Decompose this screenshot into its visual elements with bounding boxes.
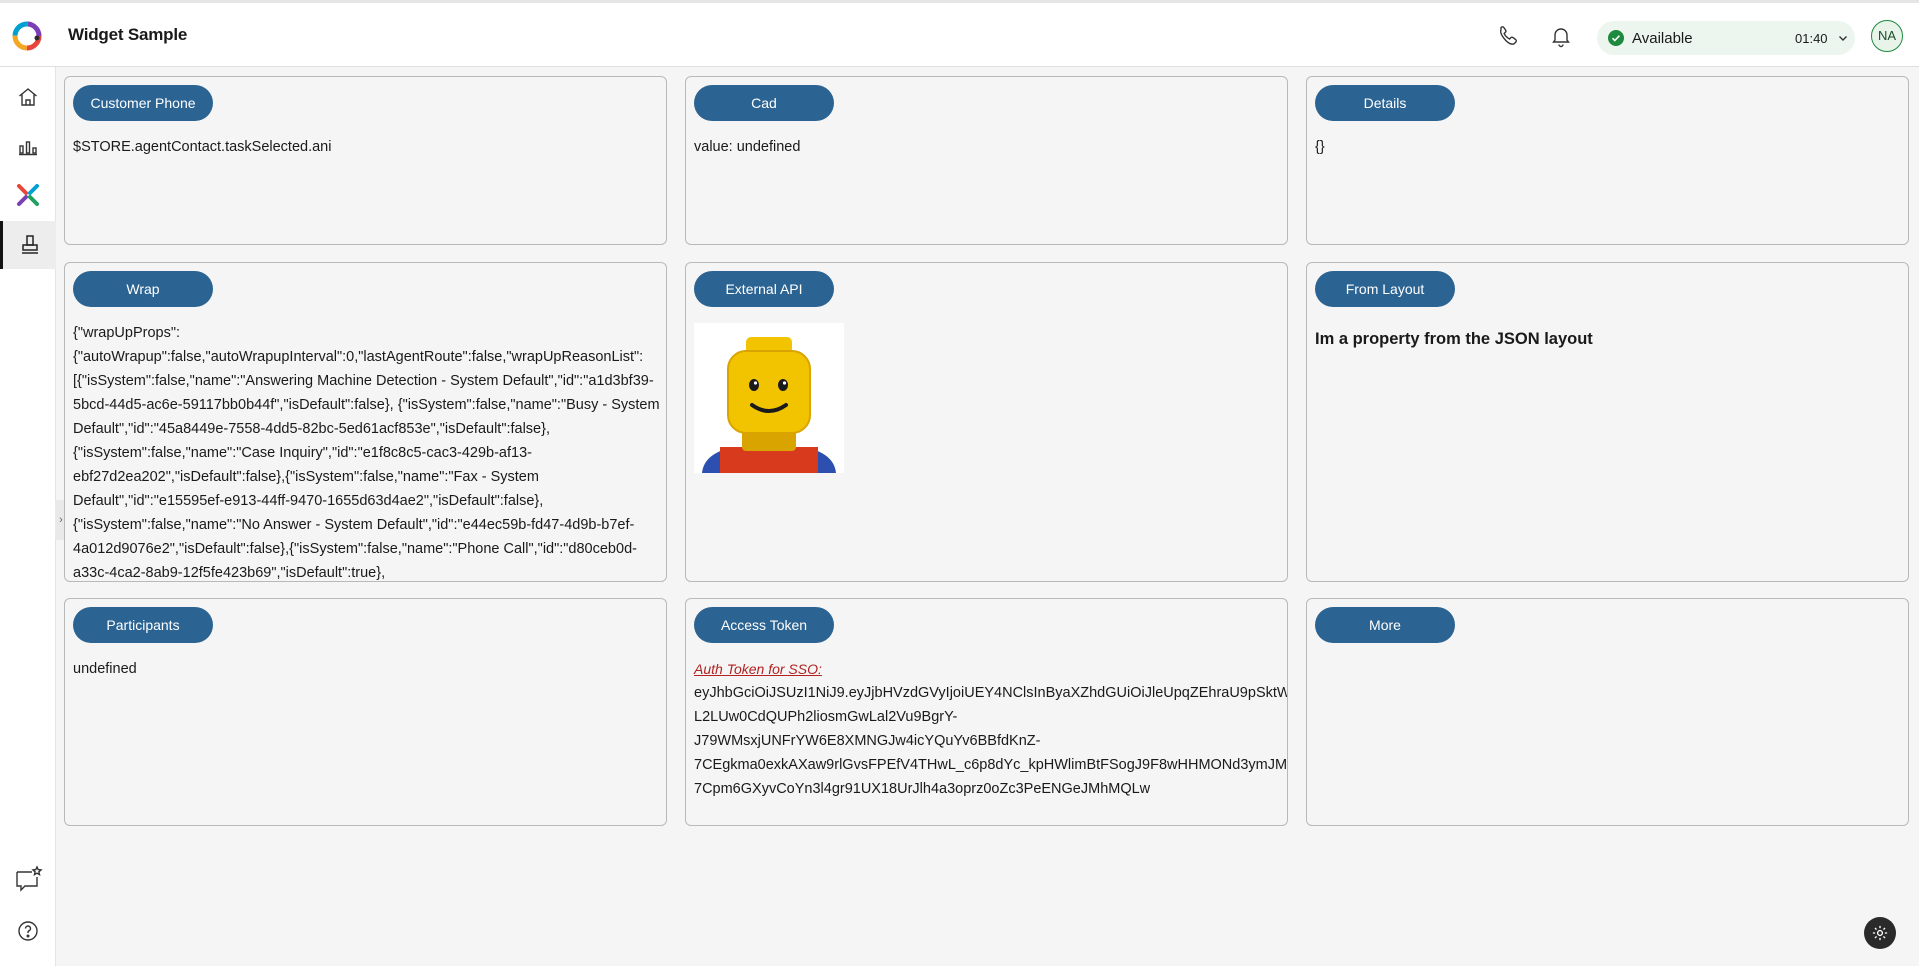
card-participants: Participants undefined [64, 598, 667, 826]
card-access-token: Access Token Auth Token for SSO: eyJhbGc… [685, 598, 1288, 826]
access-token-value: Auth Token for SSO: eyJhbGciOiJSUzI1NiJ9… [694, 657, 1287, 801]
card-customer-phone: Customer Phone $STORE.agentContact.taskS… [64, 76, 667, 245]
token-line: J79WMsxjUNFrYW6E8XMNGJw4icYQuYv6BBfdKnZ- [694, 733, 1041, 749]
sidebar-item-custom-widget[interactable] [0, 221, 56, 269]
wrap-button[interactable]: Wrap [73, 271, 213, 307]
cad-value: value: undefined [694, 139, 801, 155]
agent-status-dropdown[interactable]: Available 01:40 [1597, 21, 1855, 55]
sidebar-item-analytics[interactable] [0, 122, 56, 170]
lego-minifigure-head-image [694, 323, 844, 473]
customer-phone-value: $STORE.agentContact.taskSelected.ani [73, 139, 332, 155]
status-label: Available [1632, 30, 1693, 47]
home-icon [19, 88, 37, 106]
help-icon [18, 921, 38, 941]
token-line: 7Cpm6GXyvCoYn3l4gr91UX18UrJlh4a3oprz0oZc… [694, 781, 1151, 797]
sidebar-item-feedback[interactable] [0, 855, 56, 903]
more-button[interactable]: More [1315, 607, 1455, 643]
card-details: Details {} [1306, 76, 1909, 245]
sidebar-item-home[interactable] [0, 73, 56, 121]
token-line: 7CEgkma0exkAXaw9rlGvsFPEfV4THwL_c6p8dYc_… [694, 757, 1288, 773]
sidebar-item-app[interactable] [0, 171, 56, 219]
sidebar [0, 67, 56, 966]
token-line: eyJhbGciOiJSUzI1NiJ9.eyJjbHVzdGVyIjoiUEY… [694, 685, 1288, 701]
sidebar-item-help[interactable] [0, 907, 56, 955]
details-button[interactable]: Details [1315, 85, 1455, 121]
gear-icon [1872, 925, 1888, 941]
analytics-icon [19, 141, 37, 156]
user-avatar[interactable]: NA [1871, 20, 1903, 52]
top-bar: Widget Sample Available 01:40 NA [0, 0, 1919, 67]
wrap-value: {"wrapUpProps": {"autoWrapup":false,"aut… [73, 325, 660, 581]
from-layout-value: Im a property from the JSON layout [1315, 330, 1593, 348]
sso-label: Auth Token for SSO: [694, 661, 822, 677]
from-layout-button[interactable]: From Layout [1315, 271, 1455, 307]
participants-value: undefined [73, 661, 137, 677]
app-title: Widget Sample [68, 25, 188, 44]
status-check-icon [1608, 30, 1624, 46]
external-api-button[interactable]: External API [694, 271, 834, 307]
card-more: More [1306, 598, 1909, 826]
chevron-down-icon [1839, 36, 1847, 41]
custom-widget-icon [21, 235, 38, 254]
webex-logo-icon [12, 21, 42, 51]
card-cad: Cad value: undefined [685, 76, 1288, 245]
settings-button[interactable] [1864, 917, 1896, 949]
token-line: L2LUw0CdQUPh2liosmGwLal2Vu9BgrY- [694, 709, 958, 725]
access-token-button[interactable]: Access Token [694, 607, 834, 643]
participants-button[interactable]: Participants [73, 607, 213, 643]
phone-icon[interactable] [1496, 24, 1520, 48]
card-external-api: External API [685, 262, 1288, 582]
status-timer: 01:40 [1795, 31, 1828, 46]
bell-icon[interactable] [1549, 24, 1573, 48]
cad-button[interactable]: Cad [694, 85, 834, 121]
card-wrap: Wrap {"wrapUpProps": {"autoWrapup":false… [64, 262, 667, 582]
feedback-icon [16, 865, 43, 892]
card-from-layout: From Layout Im a property from the JSON … [1306, 262, 1909, 582]
customer-phone-button[interactable]: Customer Phone [73, 85, 213, 121]
app-icon [17, 184, 39, 206]
details-value: {} [1315, 139, 1325, 155]
